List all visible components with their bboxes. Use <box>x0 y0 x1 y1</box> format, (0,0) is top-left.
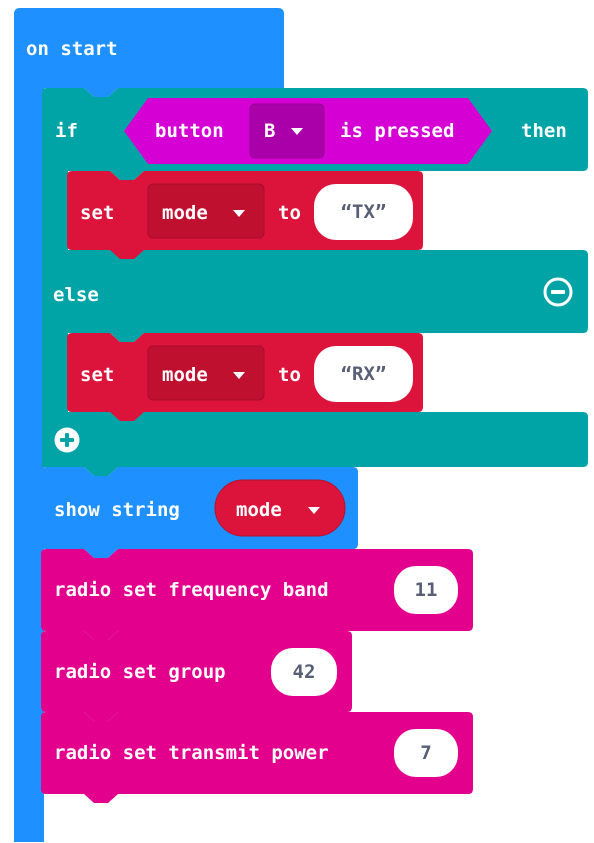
radio-power-shape <box>41 712 473 803</box>
transmit-power-value: 7 <box>420 742 432 764</box>
transmit-power-input[interactable]: 7 <box>394 729 458 777</box>
radio-power-label: radio set transmit power <box>54 742 329 764</box>
